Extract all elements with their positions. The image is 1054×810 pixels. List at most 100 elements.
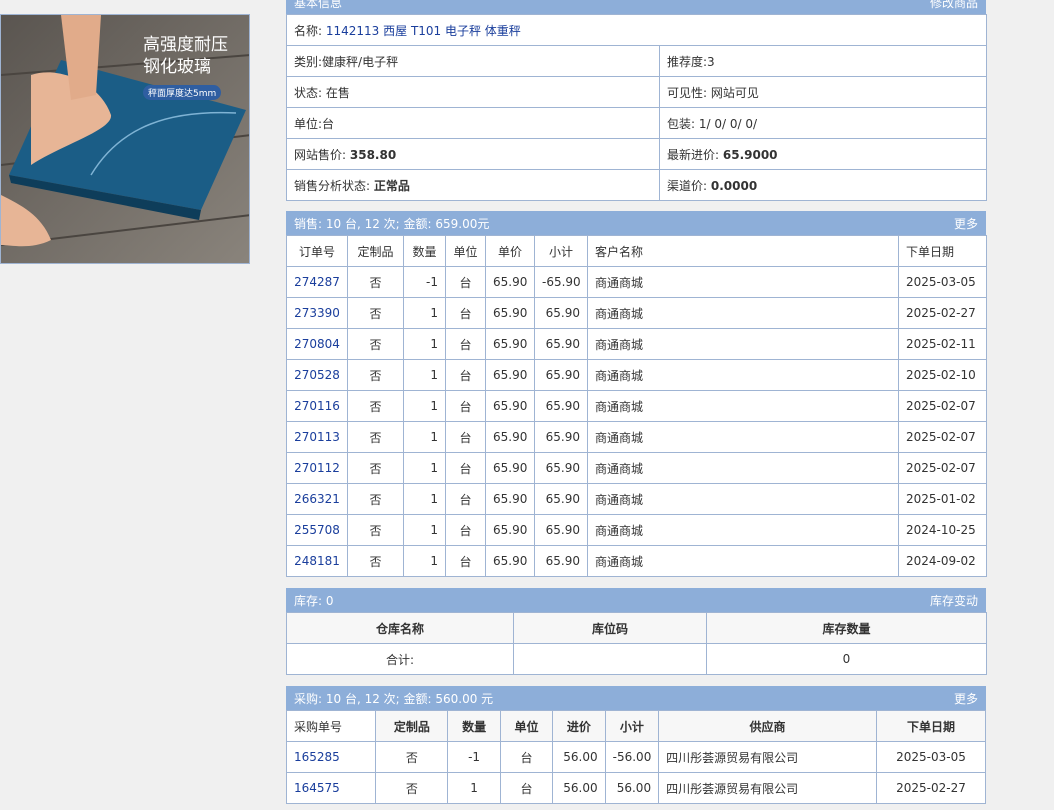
stock-total-label: 合计: <box>286 643 514 675</box>
purchase-header-row: 采购单号 定制品 数量 单位 进价 小计 供应商 下单日期 <box>285 710 986 742</box>
order-number-link[interactable]: 270116 <box>286 390 348 422</box>
sales-row: 255708 否 1 台 65.90 65.90 商通商城 2024-10-25 <box>286 514 987 546</box>
purchase-header: 采购: 10 台, 12 次; 金额: 560.00 元 更多 <box>286 686 986 710</box>
sales-col-order: 订单号 <box>286 235 348 267</box>
sales-header: 销售: 10 台, 12 次; 金额: 659.00元 更多 <box>286 211 986 235</box>
basic-info-header: 基本信息 修改商品 <box>286 0 986 14</box>
purchase-col-date: 下单日期 <box>876 710 986 742</box>
status-cell: 状态: 在售 <box>286 76 660 108</box>
order-number-link[interactable]: 266321 <box>286 483 348 515</box>
channel-price-label: 渠道价: <box>667 178 708 193</box>
stock-change-link[interactable]: 库存变动 <box>930 592 978 609</box>
table-cell: 65.90 <box>485 328 535 360</box>
table-cell: 否 <box>347 421 404 453</box>
table-cell: 1 <box>403 390 446 422</box>
table-cell: 65.90 <box>534 421 588 453</box>
table-cell: 商通商城 <box>587 545 899 577</box>
table-cell: -56.00 <box>604 741 660 773</box>
table-cell: 65.90 <box>485 297 535 329</box>
order-number-link[interactable]: 273390 <box>286 297 348 329</box>
product-name-link[interactable]: 1142113 西屋 T101 电子秤 体重秤 <box>326 24 521 38</box>
status-value: 在售 <box>325 85 350 100</box>
table-cell: 2025-02-07 <box>898 421 987 453</box>
order-number-link[interactable]: 270528 <box>286 359 348 391</box>
sales-row: 270804 否 1 台 65.90 65.90 商通商城 2025-02-11 <box>286 328 987 360</box>
latest-cost-value: 65.9000 <box>722 147 778 162</box>
category-value: 健康秤/电子秤 <box>322 54 399 69</box>
purchase-more-link[interactable]: 更多 <box>954 690 978 707</box>
table-cell: 台 <box>445 545 486 577</box>
image-caption-line2: 钢化玻璃 <box>143 57 211 77</box>
table-cell: 商通商城 <box>587 297 899 329</box>
table-cell: 1 <box>403 359 446 391</box>
table-cell: 2025-03-05 <box>876 741 986 773</box>
table-cell: 65.90 <box>485 483 535 515</box>
price-label: 网站售价: <box>294 147 347 162</box>
basic-info-section: 基本信息 修改商品 名称: 1142113 西屋 T101 电子秤 体重秤 类别… <box>286 0 987 201</box>
sales-col-unit: 单位 <box>445 235 486 267</box>
recommend-label: 推荐度: <box>667 54 708 69</box>
table-cell: 2025-02-07 <box>898 452 987 484</box>
latest-cost-label: 最新进价: <box>667 147 720 162</box>
table-cell: 商通商城 <box>587 514 899 546</box>
price-value: 358.80 <box>349 147 397 162</box>
sales-status-cell: 销售分析状态: 正常品 <box>286 169 660 201</box>
table-cell: 65.90 <box>485 514 535 546</box>
table-cell: 台 <box>445 421 486 453</box>
table-cell: 台 <box>445 328 486 360</box>
price-cell: 网站售价: 358.80 <box>286 138 660 170</box>
order-number-link[interactable]: 270804 <box>286 328 348 360</box>
visibility-label: 可见性: <box>667 85 708 100</box>
order-number-link[interactable]: 248181 <box>286 545 348 577</box>
table-cell: 台 <box>499 741 554 773</box>
purchase-row: 164575 否 1 台 56.00 56.00 四川彤荟源贸易有限公司 2025-02-27 <box>285 772 986 804</box>
unit-row: 单位:台 包装: 1/ 0/ 0/ 0/ <box>286 107 987 139</box>
sales-row: 270112 否 1 台 65.90 65.90 商通商城 2025-02-07 <box>286 452 987 484</box>
table-cell: 否 <box>347 545 404 577</box>
table-cell: 1 <box>403 328 446 360</box>
price-row: 网站售价: 358.80 最新进价: 65.9000 <box>286 138 987 170</box>
sales-col-price: 单价 <box>485 235 535 267</box>
table-cell: 1 <box>403 452 446 484</box>
table-cell: 2025-02-11 <box>898 328 987 360</box>
table-cell: 1 <box>403 297 446 329</box>
order-number-link[interactable]: 165285 <box>285 741 377 773</box>
table-cell: 2025-03-05 <box>898 266 987 298</box>
sales-header-row: 订单号 定制品 数量 单位 单价 小计 客户名称 下单日期 <box>286 235 987 267</box>
order-number-link[interactable]: 274287 <box>286 266 348 298</box>
sales-table: 订单号 定制品 数量 单位 单价 小计 客户名称 下单日期 274287 否 -1 台… <box>286 235 987 577</box>
table-cell: 商通商城 <box>587 328 899 360</box>
purchase-col-cost: 进价 <box>552 710 606 742</box>
sales-table-body: 274287 否 -1 台 65.90 -65.90 商通商城 2025-03-05 27339… <box>286 266 987 577</box>
table-cell: 1 <box>403 483 446 515</box>
sales-more-link[interactable]: 更多 <box>954 215 978 232</box>
purchase-col-qty: 数量 <box>447 710 501 742</box>
table-cell: 2025-02-10 <box>898 359 987 391</box>
category-cell: 类别:健康秤/电子秤 <box>286 45 660 77</box>
table-cell: 65.90 <box>534 359 588 391</box>
table-cell: 2024-09-02 <box>898 545 987 577</box>
table-cell: 65.90 <box>485 359 535 391</box>
sales-col-customer: 客户名称 <box>587 235 899 267</box>
sales-row: 248181 否 1 台 65.90 65.90 商通商城 2024-09-02 <box>286 545 987 577</box>
table-cell: 1 <box>403 545 446 577</box>
sales-col-date: 下单日期 <box>898 235 987 267</box>
packing-value: 1/ 0/ 0/ 0/ <box>698 116 758 131</box>
edit-product-link[interactable]: 修改商品 <box>930 0 978 11</box>
table-cell: 台 <box>445 514 486 546</box>
table-cell: 否 <box>347 359 404 391</box>
channel-price-cell: 渠道价: 0.0000 <box>659 169 987 201</box>
table-cell: 否 <box>347 452 404 484</box>
table-cell: 台 <box>499 772 554 804</box>
order-number-link[interactable]: 164575 <box>285 772 377 804</box>
table-cell: 否 <box>375 772 449 804</box>
table-cell: 商通商城 <box>587 421 899 453</box>
table-cell: -1 <box>447 741 501 773</box>
order-number-link[interactable]: 255708 <box>286 514 348 546</box>
category-label: 类别: <box>294 54 323 69</box>
order-number-link[interactable]: 270113 <box>286 421 348 453</box>
order-number-link[interactable]: 270112 <box>286 452 348 484</box>
table-cell: 商通商城 <box>587 390 899 422</box>
table-cell: 商通商城 <box>587 359 899 391</box>
visibility-value: 网站可见 <box>710 85 759 100</box>
